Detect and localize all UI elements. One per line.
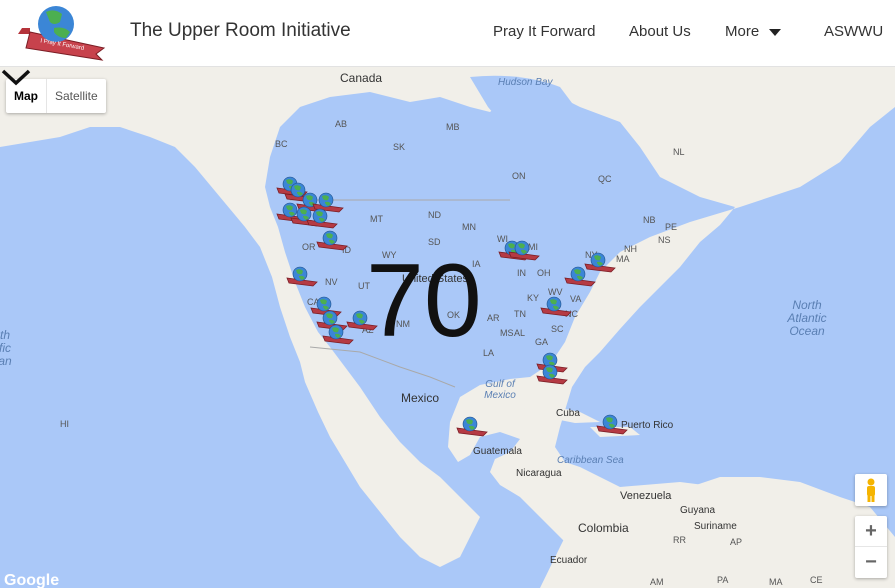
label-ns: NS	[658, 235, 671, 245]
label-or: OR	[302, 242, 316, 252]
site-header: I Pray It Forward The Upper Room Initiat…	[0, 0, 895, 67]
label-ma: MA	[616, 254, 630, 264]
label-mexico: Mexico	[401, 391, 440, 405]
prayer-location-marker[interactable]	[316, 229, 350, 251]
map-type-satellite-button[interactable]: Satellite	[47, 79, 106, 113]
prayer-location-marker[interactable]	[536, 363, 570, 385]
chevron-down-icon[interactable]	[0, 67, 32, 87]
label-oh: OH	[537, 268, 551, 278]
prayer-location-marker[interactable]	[596, 413, 630, 435]
label-ms: MS	[500, 328, 514, 338]
label-caribbean-sea: Caribbean Sea	[557, 455, 624, 466]
label-nd: ND	[428, 210, 441, 220]
label-venezuela: Venezuela	[620, 490, 672, 502]
label-qc: QC	[598, 174, 612, 184]
street-view-pegman-icon[interactable]	[855, 474, 887, 506]
label-ab: AB	[335, 119, 348, 129]
prayer-counter: 70	[366, 243, 482, 359]
label-ar: AR	[487, 313, 500, 323]
label-ky: KY	[527, 293, 540, 303]
logo[interactable]: I Pray It Forward	[16, 4, 108, 62]
label-al: AL	[514, 328, 526, 338]
label-on: ON	[512, 171, 526, 181]
label-am: AM	[650, 577, 664, 587]
prayer-location-marker[interactable]	[508, 239, 542, 261]
nav-aswwu[interactable]: ASWWU	[824, 23, 883, 40]
label-nv: NV	[325, 277, 338, 287]
label-nh: NH	[624, 244, 637, 254]
google-logo: Google	[4, 572, 60, 588]
label-colombia: Colombia	[578, 521, 629, 535]
label-guatemala: Guatemala	[473, 446, 522, 457]
label-guyana: Guyana	[680, 505, 716, 516]
label-pe: PE	[665, 222, 678, 232]
label-bc: BC	[275, 139, 288, 149]
site-title[interactable]: The Upper Room Initiative	[130, 20, 351, 42]
nav-about-us[interactable]: About Us	[629, 23, 691, 40]
label-ce: CE	[810, 575, 823, 585]
nav-pray-it-forward[interactable]: Pray It Forward	[493, 23, 596, 40]
zoom-in-button[interactable]: +	[855, 516, 887, 547]
label-la: LA	[483, 348, 495, 358]
prayer-location-marker[interactable]	[456, 415, 490, 437]
label-nicaragua: Nicaragua	[516, 468, 562, 479]
label-sk: SK	[393, 142, 406, 152]
label-gulf-of-mexico: Gulf of Mexico	[484, 379, 516, 401]
zoom-out-button[interactable]: −	[855, 547, 887, 578]
label-cuba: Cuba	[556, 408, 580, 419]
nav-more-label: More	[725, 23, 760, 40]
zoom-control: + −	[855, 516, 887, 578]
prayer-location-marker[interactable]	[584, 251, 618, 273]
label-ma2: MA	[769, 577, 783, 587]
label-nb: NB	[643, 215, 656, 225]
label-canada: Canada	[340, 71, 383, 85]
label-sc: SC	[551, 324, 564, 334]
prayer-location-marker[interactable]	[540, 295, 574, 317]
label-pacific-fragment: th fic an	[0, 328, 12, 368]
label-hudson-bay: Hudson Bay	[498, 77, 553, 88]
label-ap: AP	[730, 537, 743, 547]
caret-down-icon	[769, 28, 782, 36]
prayer-location-marker[interactable]	[322, 323, 356, 345]
label-hi: HI	[60, 419, 69, 429]
nav-more[interactable]: More	[725, 23, 782, 40]
label-suriname: Suriname	[694, 521, 737, 532]
label-north-atlantic-ocean: North Atlantic Ocean	[787, 298, 827, 338]
label-pa: PA	[717, 575, 729, 585]
label-mn: MN	[462, 222, 476, 232]
label-in: IN	[517, 268, 526, 278]
label-ecuador: Ecuador	[550, 555, 588, 566]
label-nl: NL	[673, 147, 685, 157]
map[interactable]: Map Satellite Canada Hudson Bay AB MB BC…	[0, 67, 895, 588]
label-rr: RR	[673, 535, 686, 545]
prayer-location-marker[interactable]	[306, 207, 340, 229]
label-mb: MB	[446, 122, 460, 132]
label-ga: GA	[535, 337, 549, 347]
label-tn: TN	[514, 309, 526, 319]
label-mt: MT	[370, 214, 383, 224]
prayer-location-marker[interactable]	[286, 265, 320, 287]
